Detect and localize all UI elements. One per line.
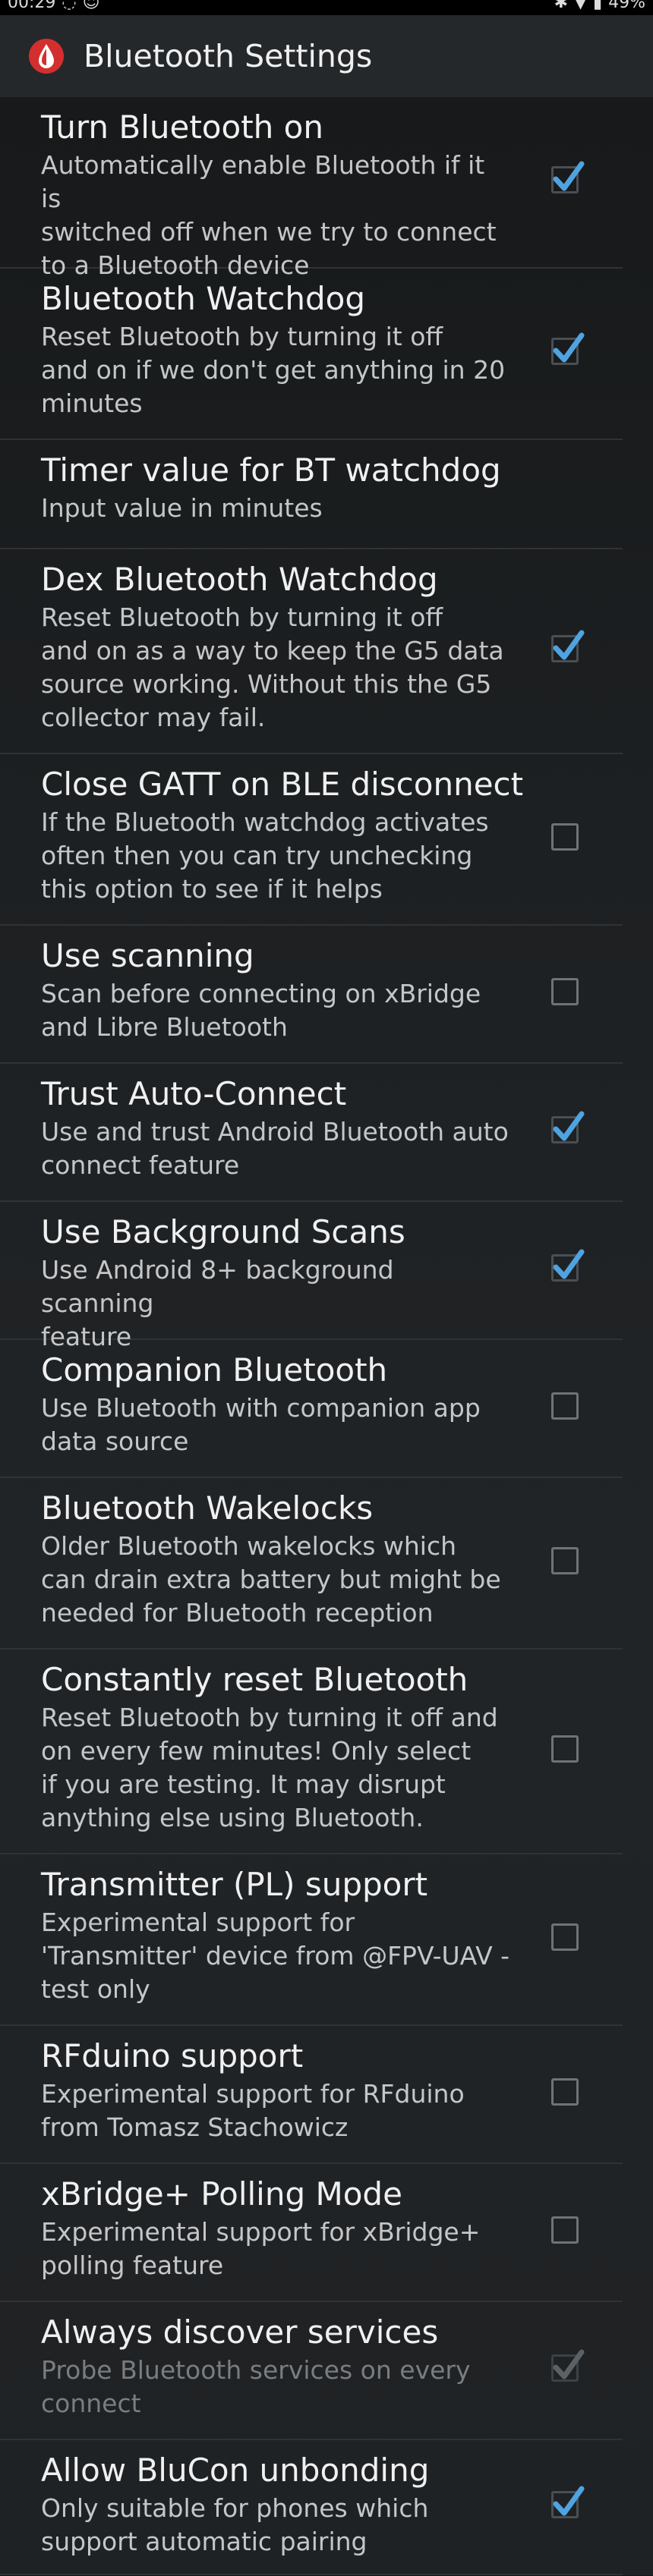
pref-summary: Input value in minutes: [41, 493, 323, 523]
dex-bluetooth-watchdog-checkbox[interactable]: [551, 630, 585, 662]
trust-auto-connect-checkbox[interactable]: [551, 1111, 585, 1143]
pref-summary: Experimental support for RFduino from To…: [41, 2079, 465, 2142]
pref-title: Bluetooth Watchdog: [41, 280, 366, 317]
pref-item-use-background-scans[interactable]: Use Background Scans Use Android 8+ backg…: [0, 1202, 623, 1351]
pref-title: Always discover services: [41, 2313, 439, 2351]
constantly-reset-bluetooth-checkbox[interactable]: [551, 1735, 579, 1763]
pref-text: Companion Bluetooth Use Bluetooth with co…: [41, 1340, 512, 1458]
pref-text: Allow BluCon unbonding Only suitable for …: [41, 2440, 512, 2559]
pref-item-close-gatt-on-ble-disconnect[interactable]: Close GATT on BLE disconnect If the Bluet…: [0, 754, 623, 926]
pref-title: Turn Bluetooth on: [41, 109, 323, 146]
pref-item-transmitter-pl-support[interactable]: Transmitter (PL) support Experimental sup…: [0, 1854, 623, 2026]
pref-text: Bluetooth Watchdog Reset Bluetooth by tur…: [41, 269, 512, 420]
use-scanning-checkbox[interactable]: [551, 978, 579, 1005]
status-time: 00:29: [8, 0, 56, 12]
pref-item-constantly-reset-bluetooth[interactable]: Constantly reset Bluetooth Reset Bluetoot…: [0, 1650, 623, 1854]
notification-icon: ☺: [82, 0, 100, 12]
pref-item-use-scanning[interactable]: Use scanning Scan before connecting on xB…: [0, 926, 623, 1064]
pref-text: Bluetooth Wakelocks Older Bluetooth wakel…: [41, 1478, 512, 1630]
pref-text: Trust Auto-Connect Use and trust Android …: [41, 1064, 512, 1182]
pref-title: Use Background Scans: [41, 1213, 405, 1250]
pref-title: Close GATT on BLE disconnect: [41, 766, 524, 803]
pref-summary: Scan before connecting on xBridge and Li…: [41, 979, 481, 1042]
pref-item-dex-bluetooth-watchdog[interactable]: Dex Bluetooth Watchdog Reset Bluetooth by…: [0, 549, 623, 754]
pref-item-xbridge-polling-mode[interactable]: xBridge+ Polling Mode Experimental suppor…: [0, 2164, 623, 2302]
pref-text: Transmitter (PL) support Experimental sup…: [41, 1854, 512, 2006]
allow-blucon-unbonding-checkbox[interactable]: [551, 2486, 585, 2518]
sync-icon: ◌: [62, 0, 77, 12]
app-bar: Bluetooth Settings: [0, 15, 653, 97]
pref-text: RFduino support Experimental support for …: [41, 2026, 512, 2144]
pref-text: Use Background Scans Use Android 8+ backg…: [41, 1202, 512, 1354]
pref-item-always-discover-services[interactable]: Always discover services Probe Bluetooth …: [0, 2302, 623, 2440]
checkmark-icon: [553, 2349, 585, 2379]
pref-item-allow-blucon-unbonding[interactable]: Allow BluCon unbonding Only suitable for …: [0, 2440, 623, 2575]
pref-item-rfduino-support[interactable]: RFduino support Experimental support for …: [0, 2026, 623, 2164]
bluetooth-wakelocks-checkbox[interactable]: [551, 1547, 579, 1574]
xbridge-polling-mode-checkbox[interactable]: [551, 2216, 579, 2244]
pref-item-bluetooth-watchdog[interactable]: Bluetooth Watchdog Reset Bluetooth by tur…: [0, 269, 623, 440]
pref-summary: Older Bluetooth wakelocks which can drai…: [41, 1531, 501, 1628]
always-discover-services-checkbox: [551, 2349, 585, 2382]
pref-item-trust-auto-connect[interactable]: Trust Auto-Connect Use and trust Android …: [0, 1064, 623, 1202]
preferences-list: Turn Bluetooth on Automatically enable Bl…: [0, 97, 653, 2575]
pref-item-bluetooth-wakelocks[interactable]: Bluetooth Wakelocks Older Bluetooth wakel…: [0, 1478, 623, 1650]
pref-item-turn-bluetooth-on[interactable]: Turn Bluetooth on Automatically enable Bl…: [0, 97, 623, 280]
xdrip-drop-icon: [27, 37, 65, 75]
pref-title: RFduino support: [41, 2037, 304, 2074]
pref-text: Close GATT on BLE disconnect If the Bluet…: [41, 754, 524, 906]
pref-text: Turn Bluetooth on Automatically enable Bl…: [41, 97, 512, 282]
checkmark-icon: [553, 161, 585, 191]
pref-summary: Reset Bluetooth by turning it off and on…: [41, 1703, 498, 1832]
checkmark-icon: [553, 332, 585, 363]
bluetooth-watchdog-checkbox[interactable]: [551, 332, 585, 365]
pref-title: Use scanning: [41, 937, 254, 974]
wifi-icon: ▼: [574, 0, 587, 12]
pref-title: Dex Bluetooth Watchdog: [41, 561, 438, 598]
status-bar: 00:29 ◌ ☺ ✱ ▼ ▮ 49%: [0, 0, 653, 15]
pref-summary: Use Bluetooth with companion app data so…: [41, 1393, 481, 1456]
pref-summary: Reset Bluetooth by turning it off and on…: [41, 602, 504, 732]
pref-text: Constantly reset Bluetooth Reset Bluetoot…: [41, 1650, 512, 1835]
checkmark-icon: [553, 630, 585, 660]
checkmark-icon: [553, 1249, 585, 1279]
pref-title: Constantly reset Bluetooth: [41, 1661, 468, 1698]
signal-icon: ▮: [592, 0, 603, 12]
battery-level: 49%: [608, 0, 645, 12]
pref-title: Trust Auto-Connect: [41, 1075, 347, 1112]
pref-title: Bluetooth Wakelocks: [41, 1489, 374, 1527]
pref-summary: Automatically enable Bluetooth if it is …: [41, 150, 497, 280]
pref-title: Transmitter (PL) support: [41, 1866, 428, 1903]
pref-text: Timer value for BT watchdog Input value i…: [41, 440, 512, 525]
companion-bluetooth-checkbox[interactable]: [551, 1392, 579, 1420]
pref-title: Allow BluCon unbonding: [41, 2452, 430, 2489]
checkmark-icon: [553, 1111, 585, 1141]
pref-summary: Use and trust Android Bluetooth auto con…: [41, 1117, 509, 1180]
pref-text: Dex Bluetooth Watchdog Reset Bluetooth by…: [41, 549, 512, 734]
rfduino-support-checkbox[interactable]: [551, 2078, 579, 2106]
pref-summary: Experimental support for 'Transmitter' d…: [41, 1908, 510, 2004]
pref-text: xBridge+ Polling Mode Experimental suppor…: [41, 2164, 512, 2282]
bluetooth-icon: ✱: [554, 0, 569, 12]
turn-bluetooth-on-checkbox[interactable]: [551, 161, 585, 193]
close-gatt-on-ble-disconnect-checkbox[interactable]: [551, 823, 579, 851]
pref-item-timer-value-for-bt-watchdog[interactable]: Timer value for BT watchdog Input value i…: [0, 440, 623, 549]
pref-summary: Only suitable for phones which support a…: [41, 2493, 429, 2556]
pref-summary: Reset Bluetooth by turning it off and on…: [41, 322, 506, 418]
pref-text: Use scanning Scan before connecting on xB…: [41, 926, 512, 1044]
pref-title: xBridge+ Polling Mode: [41, 2175, 402, 2213]
pref-item-companion-bluetooth[interactable]: Companion Bluetooth Use Bluetooth with co…: [0, 1340, 623, 1478]
pref-title: Companion Bluetooth: [41, 1351, 388, 1389]
use-background-scans-checkbox[interactable]: [551, 1249, 585, 1282]
pref-text: Always discover services Probe Bluetooth …: [41, 2302, 512, 2420]
pref-summary: Experimental support for xBridge+ pollin…: [41, 2217, 481, 2280]
transmitter-pl-support-checkbox[interactable]: [551, 1923, 579, 1951]
checkmark-icon: [553, 2486, 585, 2516]
pref-summary: Probe Bluetooth services on every connec…: [41, 2355, 471, 2418]
pref-title: Timer value for BT watchdog: [41, 451, 501, 489]
page-title: Bluetooth Settings: [84, 38, 373, 74]
pref-summary: Use Android 8+ background scanning featu…: [41, 1255, 394, 1351]
pref-summary: If the Bluetooth watchdog activates ofte…: [41, 807, 489, 904]
